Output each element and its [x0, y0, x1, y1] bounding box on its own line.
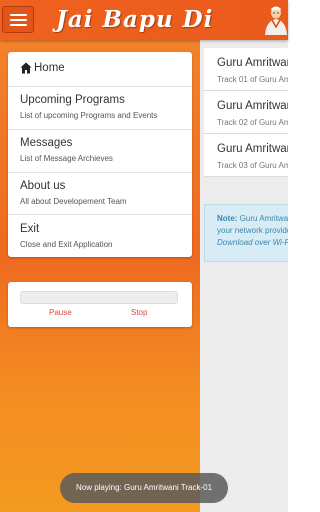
track-subtitle: Track 03 of Guru Amritwani	[217, 161, 288, 170]
track-title: Guru Amritwani	[217, 57, 288, 69]
drawer-item-subtitle: List of upcoming Programs and Events	[20, 111, 158, 120]
drawer-item-label: Messages	[20, 137, 73, 149]
track-subtitle: Track 02 of Guru Amritwani	[217, 118, 288, 127]
drawer-item-subtitle: Close and Exit Application	[20, 240, 113, 249]
drawer-item-subtitle: List of Message Archieves	[20, 154, 113, 163]
track-item-2[interactable]: Guru Amritwani Track 02 of Guru Amritwan…	[204, 91, 288, 134]
stop-button[interactable]: Stop	[131, 308, 147, 317]
guru-portrait-icon	[265, 6, 287, 35]
track-list-panel: Guru Amritwani Track 01 of Guru Amritwan…	[200, 40, 288, 512]
note-line2: your network provider	[217, 226, 288, 235]
hamburger-menu-icon[interactable]	[2, 6, 34, 33]
drawer-item-label: Upcoming Programs	[20, 94, 125, 106]
app-title: Jai Bapu Di	[56, 6, 214, 33]
note-line1: Guru Amritwani	[239, 214, 288, 223]
player-controls: Pause Stop	[8, 282, 192, 327]
playback-progress-bar[interactable]	[20, 291, 178, 304]
drawer-item-subtitle: All about Developement Team	[20, 197, 127, 206]
app-header: Jai Bapu Di	[0, 0, 288, 40]
note-label: Note:	[217, 214, 238, 223]
home-icon	[20, 62, 32, 74]
drawer-menu: Home Upcoming Programs List of upcoming …	[8, 52, 192, 257]
drawer-item-upcoming-programs[interactable]: Upcoming Programs List of upcoming Progr…	[8, 87, 192, 130]
track-subtitle: Track 01 of Guru Amritwani	[217, 75, 288, 84]
pause-button[interactable]: Pause	[49, 308, 72, 317]
drawer-item-label: Exit	[20, 223, 40, 235]
track-item-1[interactable]: Guru Amritwani Track 01 of Guru Amritwan…	[204, 48, 288, 91]
network-note: Note: Guru Amritwani your network provid…	[204, 204, 288, 262]
track-title: Guru Amritwani	[217, 100, 288, 112]
drawer-item-exit[interactable]: Exit Close and Exit Application	[8, 215, 192, 257]
now-playing-toast: Now playing: Guru Amritwani Track-01	[60, 473, 228, 503]
drawer-item-messages[interactable]: Messages List of Message Archieves	[8, 130, 192, 173]
drawer-item-home[interactable]: Home	[8, 52, 192, 87]
drawer-item-label: About us	[20, 180, 66, 192]
navigation-drawer: Home Upcoming Programs List of upcoming …	[0, 40, 200, 512]
drawer-item-label: Home	[34, 62, 65, 74]
track-item-3[interactable]: Guru Amritwani Track 03 of Guru Amritwan…	[204, 134, 288, 177]
drawer-item-about-us[interactable]: About us All about Developement Team	[8, 173, 192, 215]
track-title: Guru Amritwani	[217, 143, 288, 155]
note-line3: Download over Wi-Fi	[217, 238, 288, 247]
